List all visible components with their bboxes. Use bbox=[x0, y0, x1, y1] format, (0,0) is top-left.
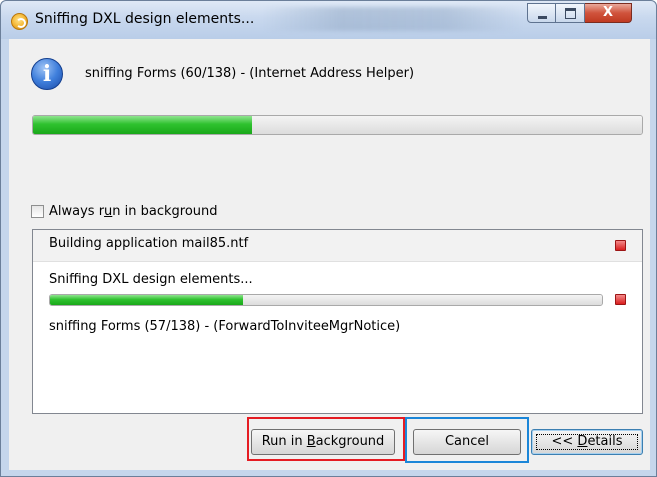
title-bar[interactable]: Sniffing DXL design elements... X bbox=[1, 1, 656, 39]
info-icon: i bbox=[31, 58, 63, 90]
stop-icon[interactable] bbox=[615, 240, 626, 251]
stop-icon[interactable] bbox=[615, 294, 626, 305]
always-background-option[interactable]: Always run in background bbox=[31, 204, 218, 219]
job-label: Building application mail85.ntf bbox=[49, 236, 249, 251]
list-item: Building application mail85.ntf bbox=[33, 230, 642, 262]
run-in-background-button[interactable]: Run in Background bbox=[251, 429, 395, 455]
dialog-body: i sniffing Forms (60/138) - (Internet Ad… bbox=[9, 39, 650, 470]
main-progress-bar bbox=[32, 115, 643, 135]
main-status-text: sniffing Forms (60/138) - (Internet Addr… bbox=[85, 66, 415, 81]
cancel-button[interactable]: Cancel bbox=[413, 429, 521, 455]
close-button[interactable]: X bbox=[585, 3, 632, 23]
main-progress-fill bbox=[33, 116, 253, 134]
background-window-title-blur bbox=[263, 7, 523, 31]
job-progress-fill bbox=[50, 295, 244, 305]
minimize-button[interactable] bbox=[527, 3, 556, 23]
maximize-button[interactable] bbox=[556, 3, 585, 23]
job-progress-list: Building application mail85.ntf Sniffing… bbox=[32, 229, 643, 414]
job-title: Sniffing DXL design elements... bbox=[49, 272, 253, 287]
always-background-checkbox[interactable] bbox=[31, 205, 44, 218]
caption-buttons: X bbox=[527, 3, 632, 29]
close-icon: X bbox=[602, 5, 614, 20]
lotus-notes-icon bbox=[11, 13, 28, 30]
job-progress-bar bbox=[49, 294, 603, 306]
always-background-label[interactable]: Always run in background bbox=[49, 204, 218, 219]
window-title: Sniffing DXL design elements... bbox=[35, 11, 255, 27]
progress-dialog: Sniffing DXL design elements... X i snif… bbox=[0, 0, 657, 477]
job-status: sniffing Forms (57/138) - (ForwardToInvi… bbox=[49, 319, 401, 334]
details-button[interactable]: << Details bbox=[531, 429, 643, 455]
